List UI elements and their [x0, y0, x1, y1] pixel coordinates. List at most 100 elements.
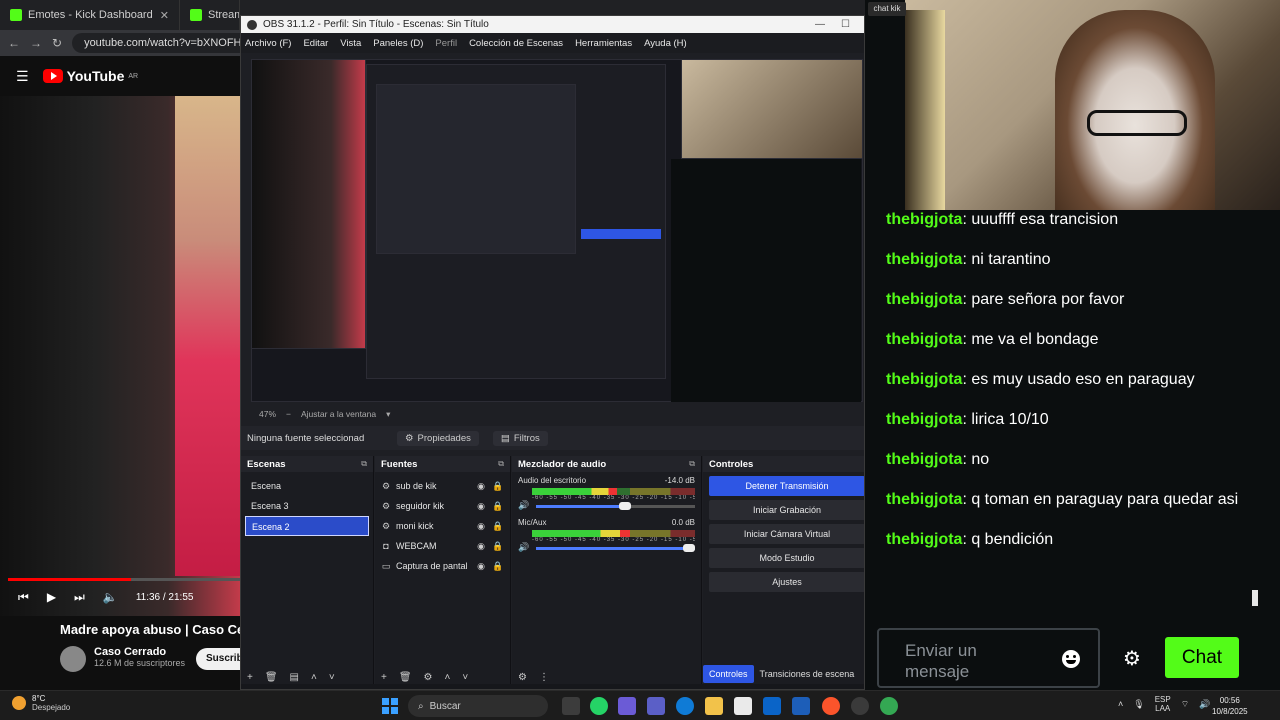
popout-icon[interactable]: ⧉ [689, 459, 695, 469]
play-icon[interactable]: ▶ [47, 590, 56, 604]
volume-knob[interactable] [619, 502, 632, 510]
forward-icon[interactable]: → [30, 36, 42, 50]
volume-slider[interactable] [536, 544, 695, 552]
source-item[interactable]: ⚙ moni kick ◉ 🔒 [375, 516, 510, 536]
studio-mode-button[interactable]: Modo Estudio [709, 548, 864, 568]
file-explorer-icon[interactable] [705, 697, 723, 715]
fit-dropdown[interactable]: Ajustar a la ventana [301, 409, 376, 419]
source-item[interactable]: ⚙ sub de kik ◉ 🔒 [375, 476, 510, 496]
menu-herramientas[interactable]: Herramientas [575, 38, 632, 49]
lock-icon[interactable]: 🔒 [492, 541, 504, 552]
taskbar-clock[interactable]: 00:56 10/8/2025 [1212, 695, 1248, 717]
chevron-down-icon[interactable]: ▾ [386, 409, 390, 420]
video-title[interactable]: Madre apoya abuso | Caso Cer [60, 622, 240, 637]
lock-icon[interactable]: 🔒 [492, 521, 504, 532]
emoji-icon[interactable] [1062, 650, 1080, 668]
popout-icon[interactable]: ⧉ [361, 459, 367, 469]
volume-icon[interactable]: 🔈 [103, 590, 118, 604]
obs-preview[interactable] [251, 59, 863, 402]
lock-icon[interactable]: 🔒 [492, 561, 504, 572]
stop-stream-button[interactable]: Detener Transmisión [709, 476, 864, 496]
reload-icon[interactable]: ↻ [52, 36, 62, 50]
gear-icon[interactable]: ⚙ [1123, 646, 1141, 671]
menu-perfil[interactable]: Perfil [435, 38, 457, 49]
lock-icon[interactable]: 🔒 [492, 481, 504, 492]
chevron-down-icon[interactable]: ˅ [329, 672, 335, 683]
microphone-icon[interactable]: 🎙 [1133, 699, 1144, 710]
maximize-icon[interactable]: ☐ [841, 19, 850, 30]
outlook-icon[interactable] [763, 697, 781, 715]
video-progress-bar[interactable] [8, 578, 240, 581]
chat-username[interactable]: thebigjota [886, 291, 962, 308]
chat-username[interactable]: thebigjota [886, 531, 962, 548]
trash-icon[interactable]: 🗑 [265, 672, 278, 683]
menu-icon[interactable]: ☰ [16, 68, 29, 85]
edge-icon[interactable] [676, 697, 694, 715]
add-icon[interactable]: + [247, 672, 253, 683]
store-icon[interactable] [734, 697, 752, 715]
add-icon[interactable]: + [381, 672, 387, 683]
chat-username[interactable]: thebigjota [886, 371, 962, 388]
tab-transitions[interactable]: Transiciones de escena [754, 665, 861, 683]
source-item[interactable]: ⚙ seguidor kik ◉ 🔒 [375, 496, 510, 516]
chat-input[interactable]: Enviar un mensaje [877, 628, 1100, 688]
volume-knob[interactable] [683, 544, 695, 552]
volume-slider[interactable] [536, 502, 695, 510]
source-item[interactable]: ◘ WEBCAM ◉ 🔒 [375, 536, 510, 556]
chat-username[interactable]: thebigjota [886, 491, 962, 508]
eye-icon[interactable]: ◉ [475, 561, 487, 572]
speaker-icon[interactable]: 🔊 [518, 542, 529, 553]
minimize-icon[interactable]: — [815, 19, 825, 30]
chat-username[interactable]: thebigjota [886, 411, 962, 428]
taskbar-search[interactable]: ⌕ Buscar [408, 695, 548, 717]
close-icon[interactable]: ✕ [160, 9, 169, 22]
browser-tab[interactable]: Stream - Kick Dashboard [180, 0, 240, 30]
menu-ayuda[interactable]: Ayuda (H) [644, 38, 687, 49]
properties-button[interactable]: ⚙ Propiedades [397, 430, 479, 446]
chat-username[interactable]: thebigjota [886, 211, 962, 228]
chevron-down-icon[interactable]: ˅ [462, 672, 468, 683]
settings-button[interactable]: Ajustes [709, 572, 864, 592]
eye-icon[interactable]: ◉ [475, 521, 487, 532]
menu-paneles[interactable]: Paneles (D) [373, 38, 423, 49]
previous-icon[interactable]: ⏮ [18, 590, 29, 605]
chat-username[interactable]: thebigjota [886, 451, 962, 468]
scene-item-selected[interactable]: Escena 2 [245, 516, 369, 536]
menu-editar[interactable]: Editar [303, 38, 328, 49]
teams-icon[interactable] [647, 697, 665, 715]
channel-avatar[interactable] [60, 646, 86, 672]
copilot-icon[interactable] [618, 697, 636, 715]
trash-icon[interactable]: 🗑 [399, 672, 412, 683]
source-item[interactable]: ▭ Captura de pantal ◉ 🔒 [375, 556, 510, 576]
popout-icon[interactable]: ⧉ [498, 459, 504, 469]
chat-send-button[interactable]: Chat [1165, 637, 1239, 678]
scene-item[interactable]: Escena [245, 476, 369, 496]
windows-start-icon[interactable] [382, 698, 398, 714]
volume-icon[interactable]: 🔊 [1199, 699, 1210, 710]
chevron-up-icon[interactable]: ˄ [1118, 699, 1123, 709]
whatsapp-icon[interactable] [590, 697, 608, 715]
obs-icon[interactable] [851, 697, 869, 715]
gear-icon[interactable]: ⚙ [518, 672, 527, 683]
youtube-video[interactable] [0, 96, 245, 616]
start-recording-button[interactable]: Iniciar Grabación [709, 500, 864, 520]
tab-controls[interactable]: Controles [703, 665, 754, 683]
virtual-camera-button[interactable]: Iniciar Cámara Virtual [709, 524, 864, 544]
speaker-icon[interactable]: 🔊 [518, 500, 529, 511]
browser-tab[interactable]: Emotes - Kick Dashboard ✕ [0, 0, 180, 30]
back-icon[interactable]: ← [8, 36, 20, 50]
zoom-level[interactable]: 47% [259, 409, 276, 419]
language-indicator[interactable]: ESP LAA [1155, 695, 1171, 713]
wifi-icon[interactable]: ⌔ [1181, 699, 1189, 710]
scroll-thumb[interactable] [1252, 590, 1258, 606]
more-icon[interactable]: ⋮ [539, 672, 549, 683]
chevron-up-icon[interactable]: ˄ [311, 672, 317, 683]
chat-username[interactable]: thebigjota [886, 251, 962, 268]
menu-archivo[interactable]: Archivo (F) [245, 38, 291, 49]
task-view-icon[interactable] [562, 697, 580, 715]
next-icon[interactable]: ⏭ [74, 590, 85, 605]
eye-icon[interactable]: ◉ [475, 541, 487, 552]
filter-icon[interactable]: ▤ [290, 672, 299, 683]
chat-scrollbar[interactable] [1252, 210, 1258, 610]
lock-icon[interactable]: 🔒 [492, 501, 504, 512]
